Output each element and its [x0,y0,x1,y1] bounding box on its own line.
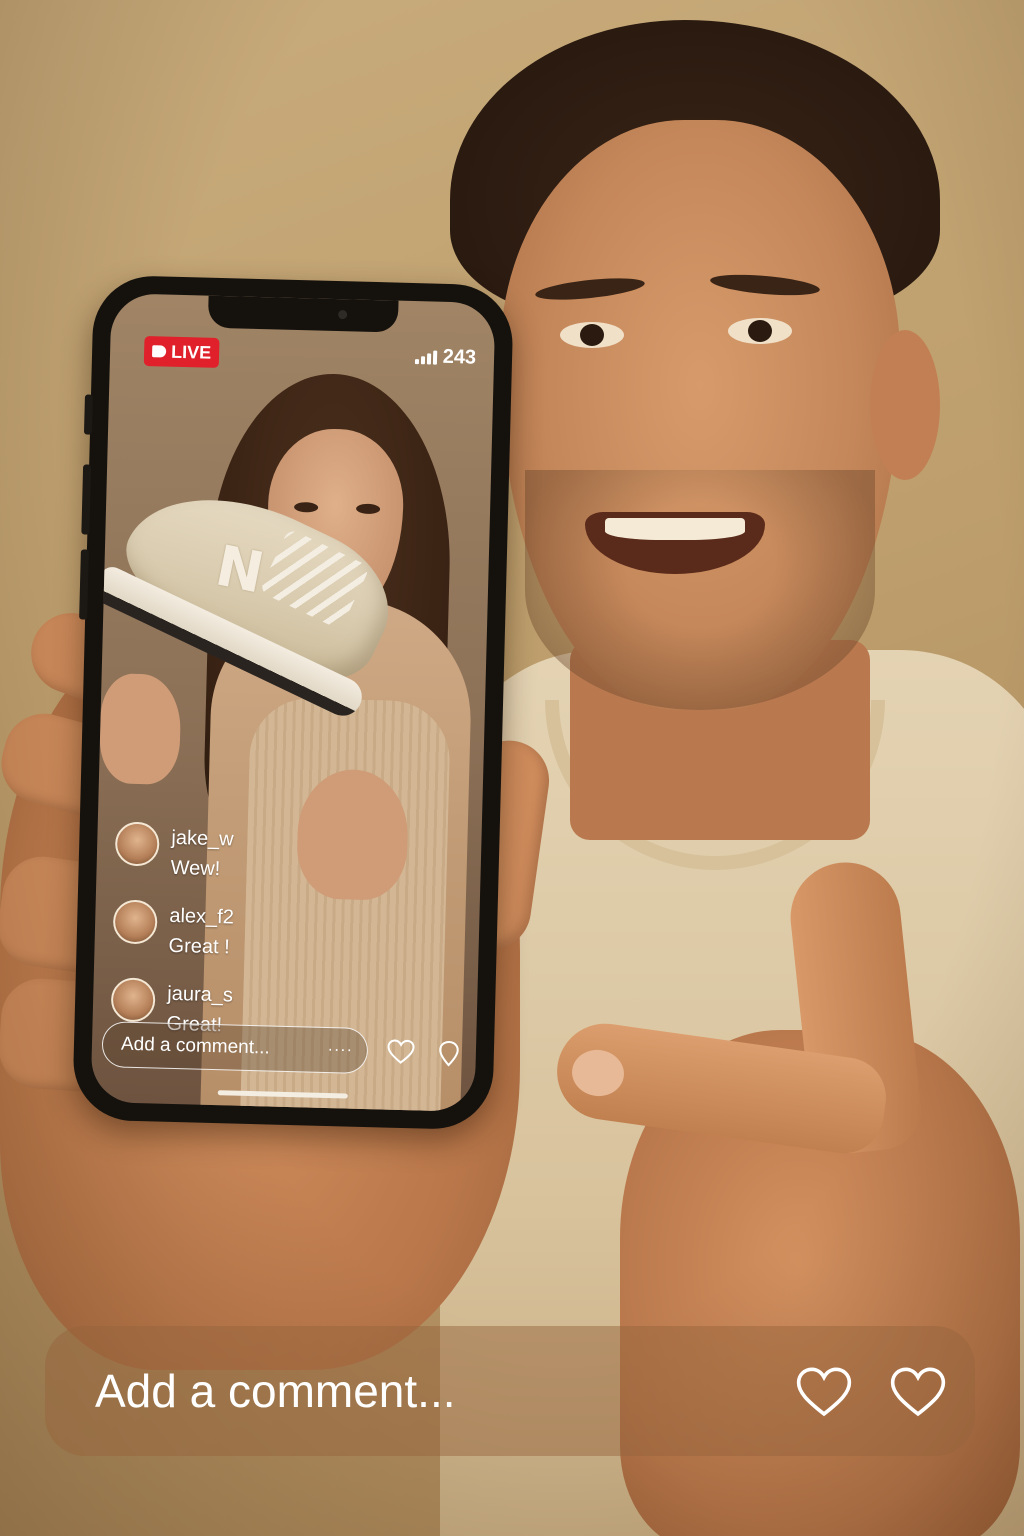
comment-message: Wew! [170,856,221,881]
live-label: LIVE [170,341,212,363]
comment-username[interactable]: jake_w [171,823,234,855]
heart-outline-icon[interactable] [889,1364,947,1418]
streamer-hand [98,672,182,786]
overlay-comment-input[interactable] [95,1364,735,1418]
comment-feed: jake_w Wew! alex_f2 Great ! jaura_s Grea… [110,821,237,1040]
phone-side-button [83,394,93,435]
avatar[interactable] [110,977,156,1023]
front-camera [338,310,348,320]
viewer-count: 243 [414,345,476,370]
comment-username[interactable]: alex_f2 [169,901,234,933]
man-eye-right [728,318,792,344]
comment-item: alex_f2 Great ! [112,899,235,962]
phone-notch [207,295,399,333]
avatar[interactable] [114,821,160,867]
sneaker-logo: N [210,533,270,607]
comment-username[interactable]: jaura_s [167,979,233,1011]
man-ear [870,330,940,480]
smartphone: N LIVE 243 jake_w Wew! alex_f2 Great ! j… [72,274,514,1131]
comment-item: jake_w Wew! [114,821,237,884]
signal-bars-icon [414,350,437,365]
heart-outline-icon[interactable] [795,1364,853,1418]
stream-action-bar: Add a comment... ···· [101,1020,464,1077]
live-stream-screen[interactable]: N LIVE 243 jake_w Wew! alex_f2 Great ! j… [90,293,496,1112]
overlay-comment-bar [45,1326,975,1456]
phone-volume-down [79,549,89,620]
comment-input[interactable]: Add a comment... ···· [101,1021,369,1075]
avatar[interactable] [112,899,158,945]
overlay-actions [795,1364,947,1418]
live-badge: LIVE [143,335,220,368]
live-broadcast-icon [151,345,167,358]
viewer-count-value: 243 [442,345,477,369]
heart-outline-icon[interactable] [386,1037,417,1068]
more-options-icon[interactable]: ···· [327,1041,353,1060]
comment-input-placeholder: Add a comment... [120,1033,271,1059]
man-beard [525,470,875,710]
man-eye-left [560,322,624,348]
phone-volume-up [81,464,92,535]
comment-message: Great ! [168,934,230,959]
streamer-eye [355,503,381,515]
share-icon[interactable] [433,1038,464,1069]
